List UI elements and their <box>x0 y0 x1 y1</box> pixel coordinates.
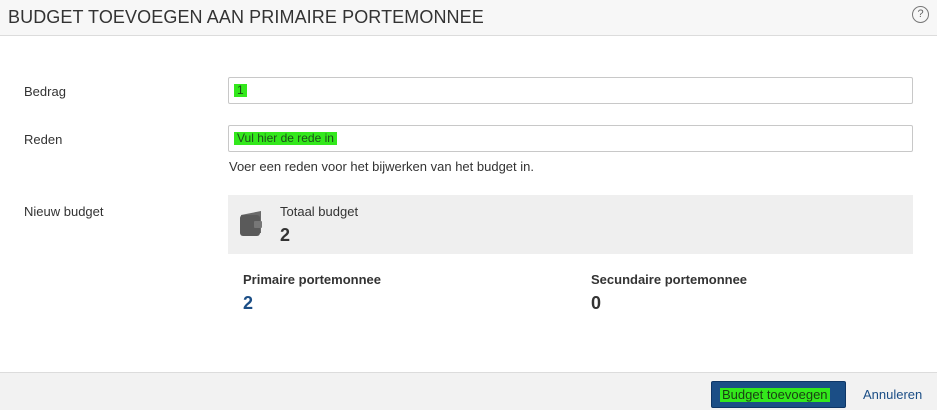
primary-wallet-label: Primaire portemonnee <box>243 272 381 287</box>
total-budget-label: Totaal budget <box>280 204 359 219</box>
add-budget-button[interactable]: Budget toevoegen <box>711 381 846 408</box>
amount-label: Bedrag <box>24 84 66 99</box>
reason-help-text: Voer een reden voor het bijwerken van he… <box>229 159 534 174</box>
reason-value: Vul hier de rede in <box>234 132 337 145</box>
new-budget-label: Nieuw budget <box>24 204 104 219</box>
reason-label: Reden <box>24 132 63 147</box>
reason-input[interactable]: Vul hier de rede in <box>228 125 913 152</box>
amount-input[interactable]: 1 <box>228 77 913 104</box>
amount-value: 1 <box>234 84 247 97</box>
cancel-button[interactable]: Annuleren <box>863 387 922 402</box>
dialog-footer: Budget toevoegen Annuleren <box>0 372 937 410</box>
secondary-wallet-value: 0 <box>591 293 602 313</box>
dialog-title: BUDGET TOEVOEGEN AAN PRIMAIRE PORTEMONNE… <box>8 7 484 27</box>
secondary-wallet-label: Secundaire portemonnee <box>591 272 748 287</box>
primary-wallet-value: 2 <box>243 293 254 313</box>
dialog-header: BUDGET TOEVOEGEN AAN PRIMAIRE PORTEMONNE… <box>0 0 937 36</box>
add-budget-button-label: Budget toevoegen <box>720 387 830 402</box>
wallet-icon <box>240 211 262 236</box>
total-budget-value: 2 <box>280 225 291 245</box>
help-icon[interactable]: ? <box>912 6 929 23</box>
total-budget-panel: Totaal budget 2 <box>228 195 913 254</box>
